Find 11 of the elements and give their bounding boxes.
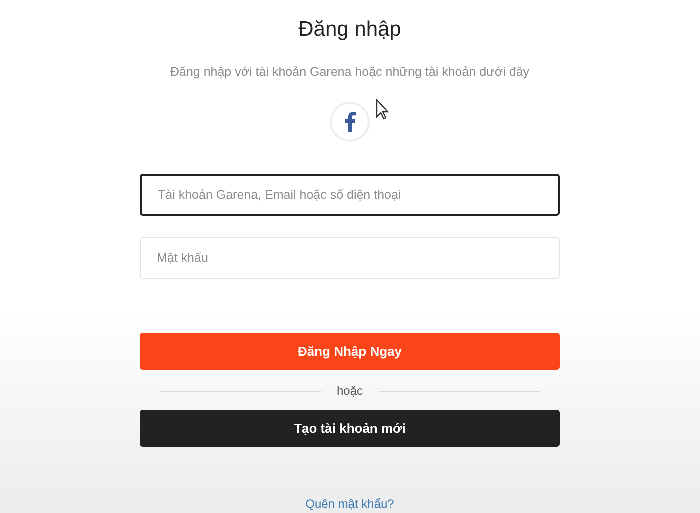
facebook-button[interactable] <box>330 102 370 142</box>
mouse-cursor-icon <box>376 99 390 121</box>
facebook-icon <box>344 112 356 132</box>
page-title: Đăng nhập <box>298 17 402 43</box>
create-account-button[interactable]: Tạo tài khoản mới <box>140 410 560 447</box>
password-field[interactable]: Mật khẩu <box>140 237 560 279</box>
divider-text: hoặc <box>336 383 364 400</box>
forgot-password-link[interactable]: Quên mật khẩu? <box>306 495 394 513</box>
login-button[interactable]: Đăng Nhập Ngay <box>140 333 560 370</box>
account-field[interactable]: Tài khoản Garena, Email hoặc số điện thoại <box>140 174 560 216</box>
login-subtitle: Đăng nhập với tài khoản Garena hoặc những tài khoản dưới đây <box>170 64 530 80</box>
